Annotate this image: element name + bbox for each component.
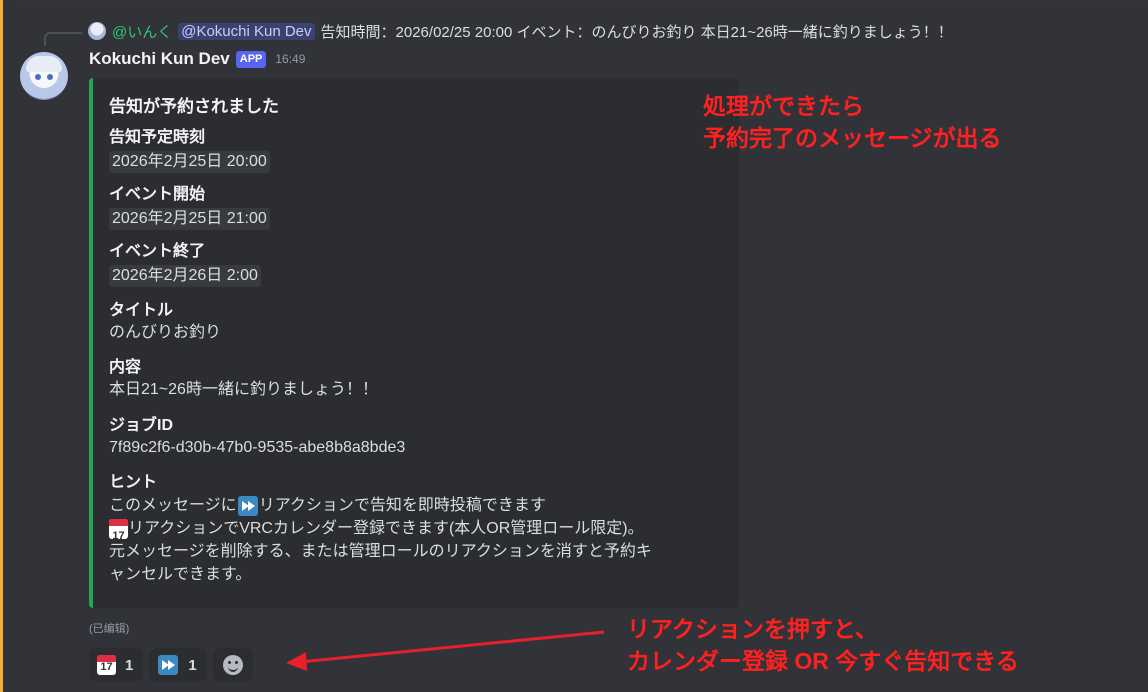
field-value: 2026年2月25日 20:00 — [109, 151, 270, 173]
reaction-count: 1 — [188, 656, 197, 674]
add-reaction-button[interactable] — [212, 648, 253, 682]
hint-text: リアクションでVRCカレンダー登録できます(本人OR管理ロール限定)。 — [128, 520, 644, 537]
edited-label: (已编辑) — [89, 623, 130, 635]
field-value: 2026年2月26日 2:00 — [109, 265, 261, 287]
embed-card: 告知が予約されました 告知予定時刻 2026年2月25日 20:00 イベント開… — [89, 78, 739, 608]
reply-preview[interactable]: @いんく @Kokuchi Kun Dev 告知時間：2026/02/25 20… — [88, 20, 953, 42]
field-title: タイトル のんびりお釣り — [109, 300, 221, 344]
author-name[interactable]: Kokuchi Kun Dev — [89, 49, 230, 69]
mention-highlight-bar — [0, 0, 3, 692]
reply-avatar[interactable] — [88, 22, 106, 40]
reply-spine — [44, 32, 82, 46]
annotation-bottom: リアクションを押すと、 カレンダー登録 OR 今すぐ告知できる — [627, 613, 1019, 677]
hint-line-4: ャンセルできます。 — [109, 566, 252, 583]
annotation-top: 処理ができたら 予約完了のメッセージが出る — [703, 90, 1002, 154]
field-name: 内容 — [109, 359, 142, 376]
hint-text: このメッセージに — [109, 497, 237, 514]
reaction-calendar[interactable]: 1 — [89, 648, 144, 682]
field-event-start: イベント開始 2026年2月25日 21:00 — [109, 184, 270, 230]
hint-line-1: このメッセージに リアクションで告知を即時投稿できます — [109, 494, 652, 517]
smile-icon — [222, 655, 243, 675]
message-header: Kokuchi Kun Dev APP 16:49 — [89, 49, 305, 69]
calendar-icon — [109, 518, 128, 539]
hint-line-2: リアクションでVRCカレンダー登録できます(本人OR管理ロール限定)。 — [109, 517, 652, 540]
avatar-eye-right — [47, 74, 53, 80]
app-badge: APP — [235, 50, 267, 68]
field-hint: ヒント このメッセージに リアクションで告知を即時投稿できます リアクションでV… — [109, 472, 652, 586]
field-name: ヒント — [109, 474, 158, 491]
bot-avatar[interactable] — [20, 52, 68, 100]
reaction-count: 1 — [125, 656, 134, 674]
hint-line-3: 元メッセージを削除する、または管理ロールのリアクションを消すと予約キ — [109, 543, 652, 560]
field-value: 7f89c2f6-d30b-47b0-9535-abe8b8a8bde3 — [109, 439, 406, 456]
field-notify-time: 告知予定時刻 2026年2月25日 20:00 — [109, 127, 270, 173]
field-job-id: ジョブID 7f89c2f6-d30b-47b0-9535-abe8b8a8bd… — [109, 415, 405, 459]
reply-author[interactable]: @いんく — [112, 21, 172, 42]
embed-title: 告知が予約されました — [109, 97, 279, 116]
field-name: タイトル — [109, 302, 174, 319]
fast-forward-icon — [158, 655, 179, 675]
field-name: 告知予定時刻 — [109, 129, 206, 146]
annotation-top-line1: 処理ができたら — [703, 93, 864, 119]
reaction-fast-forward[interactable]: 1 — [149, 648, 207, 682]
field-name: イベント開始 — [109, 186, 206, 203]
calendar-icon — [97, 655, 116, 675]
avatar-eye-left — [35, 74, 41, 80]
reaction-bar: 1 1 — [89, 648, 253, 682]
annotation-top-line2: 予約完了のメッセージが出る — [703, 125, 1002, 151]
field-event-end: イベント終了 2026年2月26日 2:00 — [109, 241, 261, 287]
field-value: 2026年2月25日 21:00 — [109, 208, 270, 230]
avatar-hair — [26, 56, 62, 72]
message-timestamp[interactable]: 16:49 — [275, 52, 305, 66]
field-name: ジョブID — [109, 417, 174, 434]
field-value: のんびりお釣り — [109, 324, 222, 341]
fast-forward-icon — [237, 495, 258, 516]
hint-text: リアクションで告知を即時投稿できます — [258, 497, 546, 514]
field-content: 内容 本日21~26時一緒に釣りましょう！！ — [109, 357, 378, 401]
reply-text[interactable]: 告知時間：2026/02/25 20:00 イベント：のんびりお釣り 本日21~… — [321, 21, 953, 42]
field-name: イベント終了 — [109, 243, 206, 260]
field-value: 本日21~26時一緒に釣りましょう！！ — [109, 381, 378, 398]
annotation-bottom-line2: カレンダー登録 OR 今すぐ告知できる — [627, 648, 1019, 674]
reply-mention[interactable]: @Kokuchi Kun Dev — [178, 22, 315, 40]
annotation-bottom-line1: リアクションを押すと、 — [627, 616, 878, 642]
top-divider — [20, 6, 1148, 7]
